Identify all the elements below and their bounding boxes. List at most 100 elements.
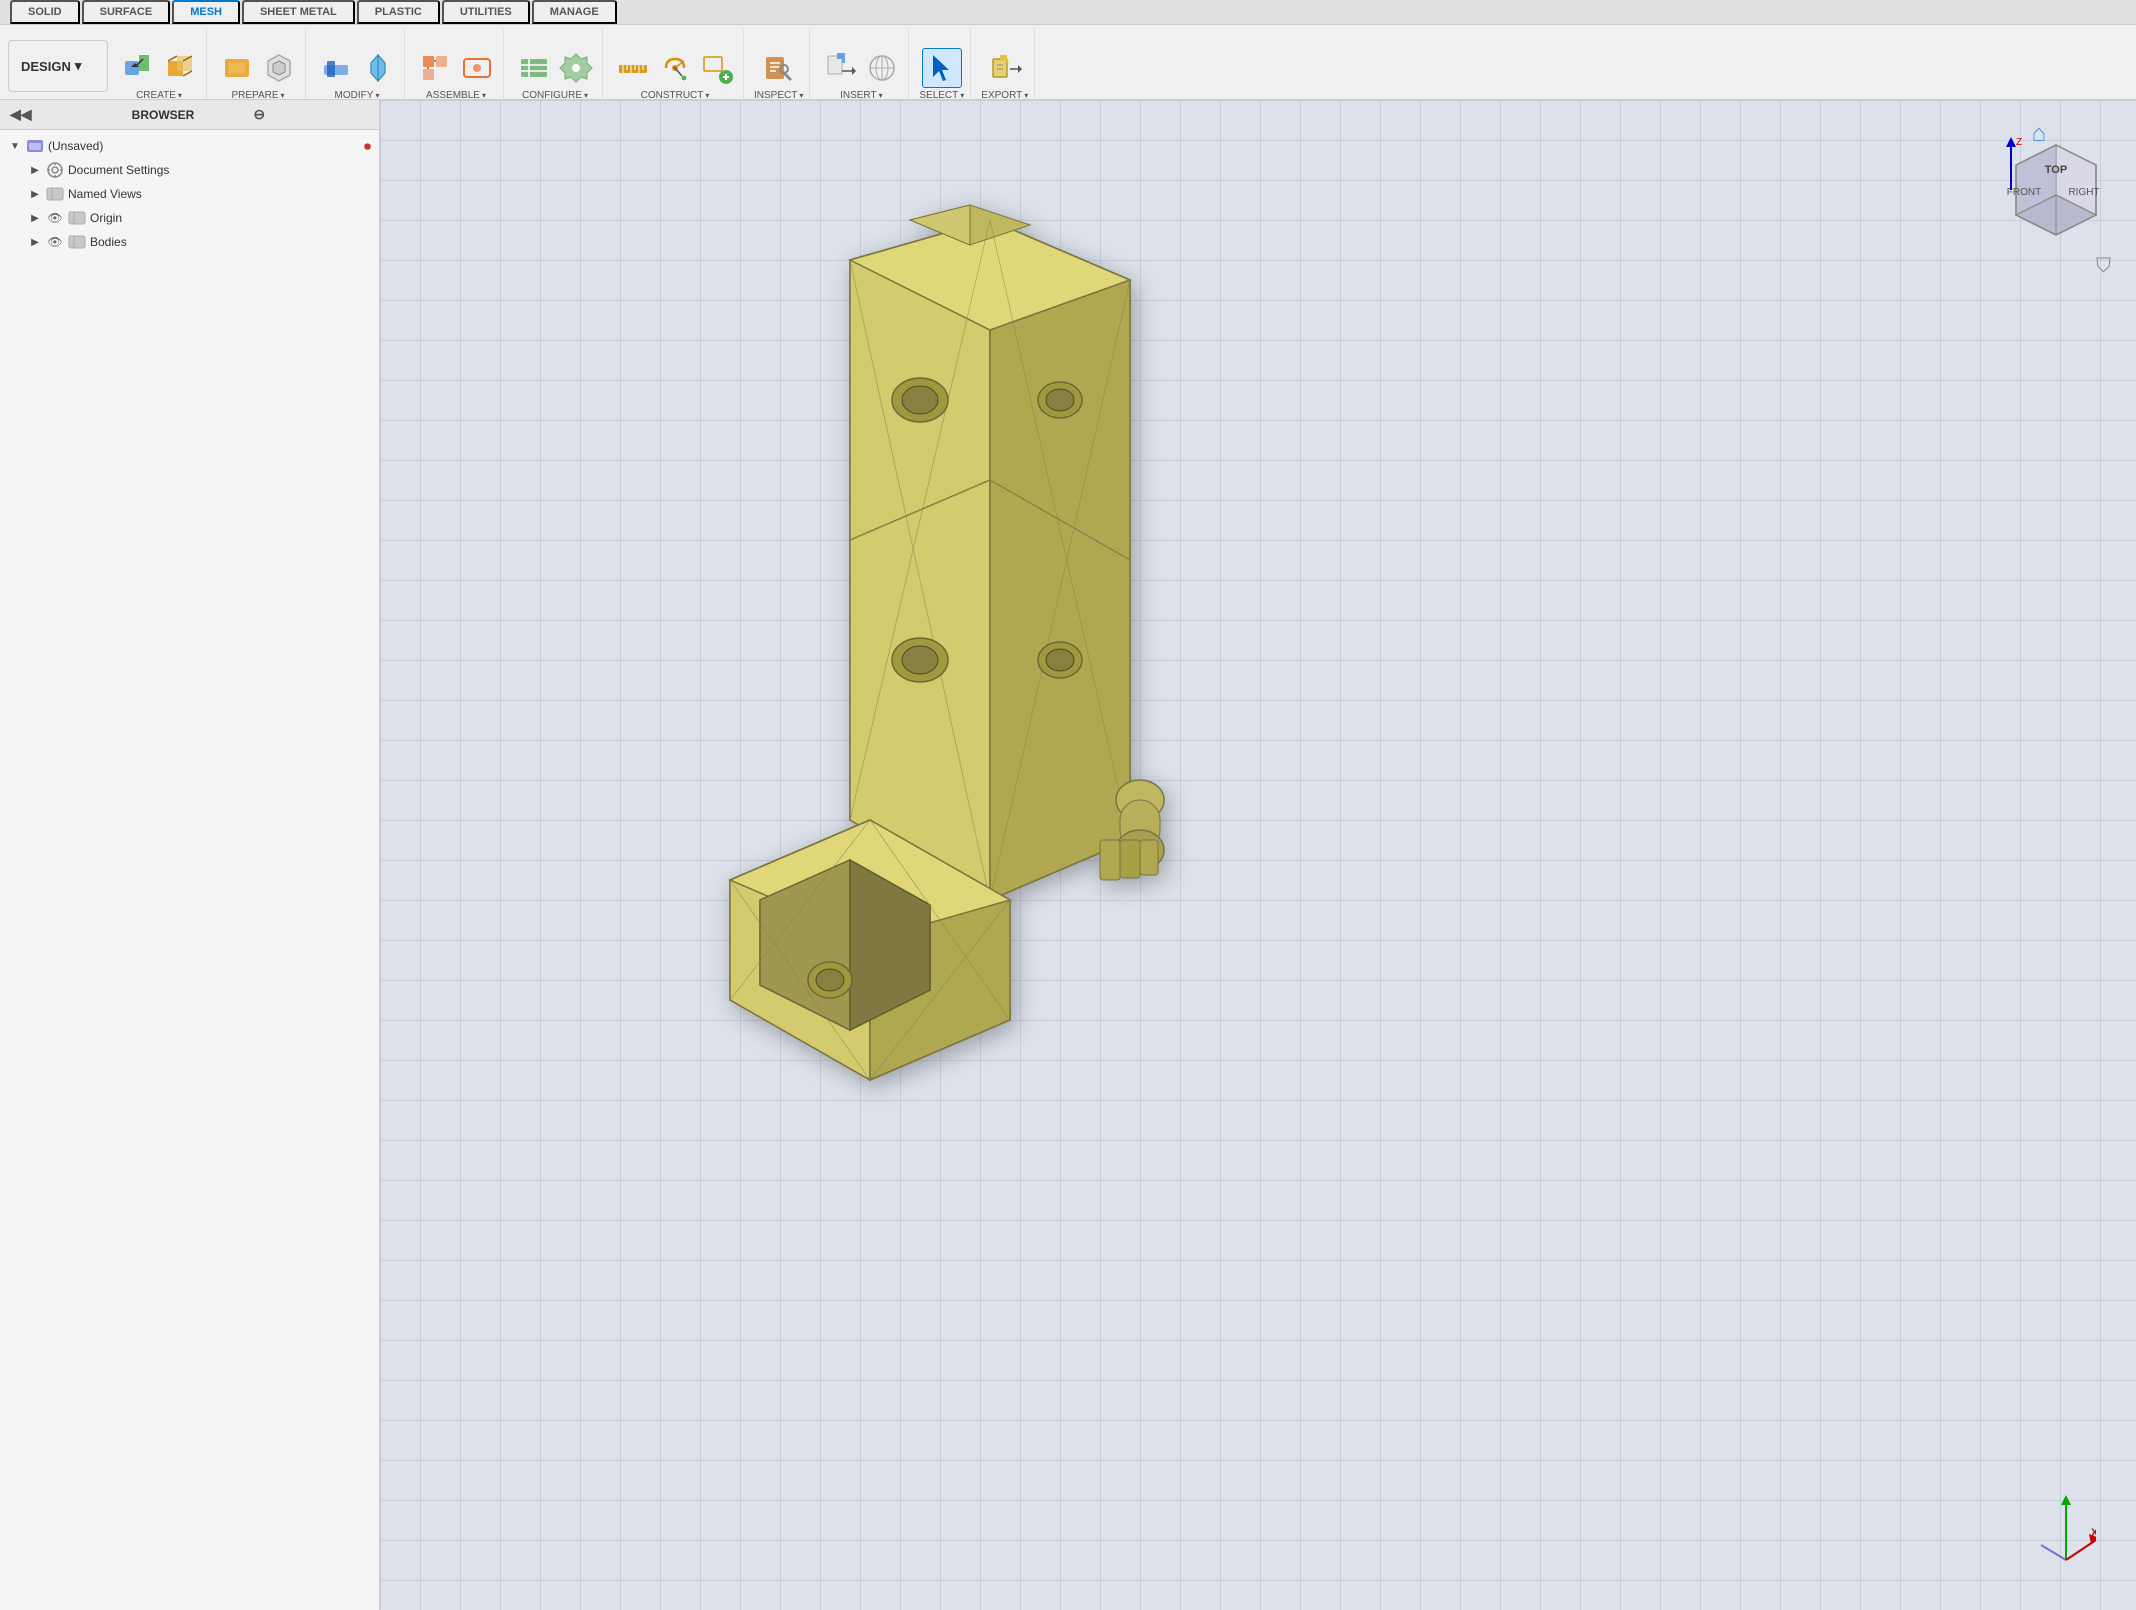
view-cube: ⌂ TOP bbox=[1976, 120, 2116, 260]
tab-solid[interactable]: SOLID bbox=[10, 0, 80, 24]
configure-icons bbox=[514, 48, 596, 88]
select-icon-1[interactable] bbox=[922, 48, 962, 88]
create-icon-2[interactable] bbox=[160, 48, 200, 88]
prepare-icon-1[interactable] bbox=[217, 48, 257, 88]
design-dropdown-arrow: ▾ bbox=[75, 58, 82, 74]
prepare-group: PREPARE ▾ bbox=[211, 29, 306, 103]
tab-bar: SOLID SURFACE MESH SHEET METAL PLASTIC U… bbox=[0, 0, 2136, 25]
tree-eye-bodies[interactable]: 👁 bbox=[46, 233, 64, 251]
tree-icon-unsaved bbox=[26, 137, 44, 155]
modify-icons bbox=[316, 48, 398, 88]
svg-text:X: X bbox=[2091, 1527, 2096, 1539]
create-icons bbox=[118, 48, 200, 88]
tree-item-doc-settings[interactable]: ▶ Document Settings bbox=[0, 158, 379, 182]
tree-item-unsaved[interactable]: ▼ (Unsaved) ⏺ bbox=[0, 134, 379, 158]
prepare-arrow: ▾ bbox=[281, 91, 285, 100]
tree-item-bodies[interactable]: ▶ 👁 Bodies bbox=[0, 230, 379, 254]
configure-icon-1[interactable] bbox=[514, 48, 554, 88]
modify-group: MODIFY ▾ bbox=[310, 29, 405, 103]
construct-icon-2[interactable] bbox=[655, 48, 695, 88]
tab-utilities[interactable]: UTILITIES bbox=[442, 0, 530, 24]
inspect-arrow: ▾ bbox=[799, 91, 803, 100]
browser-title: BROWSER bbox=[132, 108, 248, 122]
viewport[interactable]: ⌂ TOP bbox=[380, 100, 2136, 1610]
insert-group: INSERT ▾ bbox=[814, 29, 909, 103]
configure-icon-2[interactable] bbox=[556, 48, 596, 88]
tree-label-doc: Document Settings bbox=[68, 163, 371, 177]
construct-icon-3[interactable] bbox=[697, 48, 737, 88]
assemble-arrow: ▾ bbox=[482, 91, 486, 100]
assemble-icon-2[interactable] bbox=[457, 48, 497, 88]
view-filter-icon[interactable]: ⛉ bbox=[2096, 255, 2111, 278]
3d-model bbox=[630, 200, 1410, 1150]
export-icons bbox=[985, 48, 1025, 88]
configure-arrow: ▾ bbox=[584, 91, 588, 100]
toolbar: SOLID SURFACE MESH SHEET METAL PLASTIC U… bbox=[0, 0, 2136, 100]
modify-icon-2[interactable] bbox=[358, 48, 398, 88]
tab-mesh[interactable]: MESH bbox=[172, 0, 240, 24]
export-arrow: ▾ bbox=[1024, 91, 1028, 100]
prepare-icon-2[interactable] bbox=[259, 48, 299, 88]
tree-eye-origin[interactable]: 👁 bbox=[46, 209, 64, 227]
browser-minimize-btn[interactable]: ⊖ bbox=[253, 106, 369, 123]
inspect-icons bbox=[759, 48, 799, 88]
tree-record-btn[interactable]: ⏺ bbox=[364, 138, 371, 155]
browser-panel: ◀◀ BROWSER ⊖ ▼ (Unsaved) ⏺ ▶ Document Se… bbox=[0, 100, 380, 1610]
design-button[interactable]: DESIGN ▾ bbox=[8, 40, 108, 92]
construct-group: CONSTRUCT ▾ bbox=[607, 29, 744, 103]
assemble-icons bbox=[415, 48, 497, 88]
tab-surface[interactable]: SURFACE bbox=[82, 0, 171, 24]
tree-label-origin: Origin bbox=[90, 211, 371, 225]
assemble-group: ASSEMBLE ▾ bbox=[409, 29, 504, 103]
tree-item-named-views[interactable]: ▶ Named Views bbox=[0, 182, 379, 206]
insert-arrow: ▾ bbox=[879, 91, 883, 100]
prepare-icons bbox=[217, 48, 299, 88]
tree-arrow-named-views[interactable]: ▶ bbox=[28, 187, 42, 201]
modify-arrow: ▾ bbox=[375, 91, 379, 100]
tree-label-unsaved: (Unsaved) bbox=[48, 139, 360, 153]
create-arrow: ▾ bbox=[178, 91, 182, 100]
tab-plastic[interactable]: PLASTIC bbox=[357, 0, 440, 24]
tree-icon-bodies bbox=[68, 233, 86, 251]
create-group: CREATE ▾ bbox=[112, 29, 207, 103]
tree-icon-doc bbox=[46, 161, 64, 179]
svg-text:Z: Z bbox=[2016, 137, 2022, 148]
select-arrow: ▾ bbox=[960, 91, 964, 100]
modify-icon-1[interactable] bbox=[316, 48, 356, 88]
tree-icon-origin bbox=[68, 209, 86, 227]
tab-sheet-metal[interactable]: SHEET METAL bbox=[242, 0, 355, 24]
tree-arrow-bodies[interactable]: ▶ bbox=[28, 235, 42, 249]
tree-label-bodies: Bodies bbox=[90, 235, 371, 249]
select-group: SELECT ▾ bbox=[913, 29, 971, 103]
svg-text:RIGHT: RIGHT bbox=[2068, 187, 2099, 198]
z-axis: Z bbox=[1996, 135, 2026, 195]
insert-icons bbox=[820, 48, 902, 88]
construct-arrow: ▾ bbox=[705, 91, 709, 100]
assemble-icon-1[interactable] bbox=[415, 48, 455, 88]
export-group: EXPORT ▾ bbox=[975, 29, 1035, 103]
tree-label-named-views: Named Views bbox=[68, 187, 371, 201]
construct-icons bbox=[613, 48, 737, 88]
configure-group: CONFIGURE ▾ bbox=[508, 29, 603, 103]
tree-icon-named-views bbox=[46, 185, 64, 203]
tree-arrow-origin[interactable]: ▶ bbox=[28, 211, 42, 225]
tree-arrow-doc[interactable]: ▶ bbox=[28, 163, 42, 177]
browser-tree: ▼ (Unsaved) ⏺ ▶ Document Settings ▶ bbox=[0, 130, 379, 1610]
design-label: DESIGN bbox=[21, 59, 71, 74]
browser-header: ◀◀ BROWSER ⊖ bbox=[0, 100, 379, 130]
browser-collapse-btn[interactable]: ◀◀ bbox=[10, 106, 126, 123]
inspect-group: INSPECT ▾ bbox=[748, 29, 810, 103]
construct-icon-1[interactable] bbox=[613, 48, 653, 88]
tree-arrow-unsaved[interactable]: ▼ bbox=[8, 139, 22, 153]
insert-icon-1[interactable] bbox=[820, 48, 860, 88]
main-area: ◀◀ BROWSER ⊖ ▼ (Unsaved) ⏺ ▶ Document Se… bbox=[0, 100, 2136, 1610]
inspect-icon-1[interactable] bbox=[759, 48, 799, 88]
tab-manage[interactable]: MANAGE bbox=[532, 0, 617, 24]
axis-indicator: X bbox=[2036, 1490, 2096, 1570]
create-icon-1[interactable] bbox=[118, 48, 158, 88]
svg-text:TOP: TOP bbox=[2045, 164, 2067, 176]
tree-item-origin[interactable]: ▶ 👁 Origin bbox=[0, 206, 379, 230]
insert-icon-2[interactable] bbox=[862, 48, 902, 88]
select-icons bbox=[922, 48, 962, 88]
export-icon-1[interactable] bbox=[985, 48, 1025, 88]
